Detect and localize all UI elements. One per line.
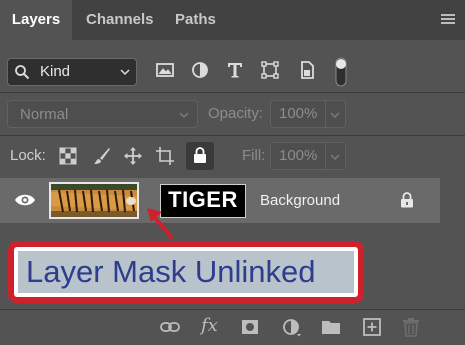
lock-all-button[interactable] (186, 142, 214, 170)
divider (0, 135, 465, 136)
chevron-down-icon (330, 154, 340, 161)
divider (0, 92, 465, 93)
fill-dropdown[interactable] (326, 142, 346, 170)
tab-channels[interactable]: Channels (86, 0, 154, 40)
shape-filter-icon[interactable] (260, 60, 280, 80)
layer-filter-row: Kind (0, 52, 465, 92)
red-arrow-icon (147, 208, 174, 240)
panel-menu-icon[interactable] (441, 14, 455, 26)
adjustment-layer-icon[interactable] (282, 317, 302, 337)
lock-position-icon[interactable] (123, 146, 143, 166)
blend-mode-label: Normal (20, 106, 69, 123)
annotation-callout: Layer Mask Unlinked (8, 241, 364, 303)
eye-icon[interactable] (14, 193, 36, 207)
add-mask-icon[interactable] (240, 317, 260, 337)
layer-row-background[interactable]: TIGER Background (0, 178, 440, 223)
search-icon (15, 65, 30, 80)
annotation-inner: Layer Mask Unlinked (18, 251, 354, 293)
layer-name[interactable]: Background (260, 192, 340, 209)
layers-bottom-toolbar: fx (0, 310, 465, 345)
opacity-input[interactable]: 100% (270, 100, 326, 128)
adjustment-filter-icon[interactable] (190, 60, 210, 80)
chevron-down-icon (330, 112, 340, 119)
new-group-icon[interactable] (321, 317, 341, 337)
smart-object-filter-icon[interactable] (297, 60, 317, 80)
new-layer-icon[interactable] (362, 317, 382, 337)
annotation-text: Layer Mask Unlinked (26, 254, 316, 289)
link-layers-icon[interactable] (160, 317, 180, 337)
tab-paths[interactable]: Paths (175, 0, 216, 40)
chevron-down-icon (179, 112, 189, 119)
lock-icon (194, 147, 206, 163)
lock-artboard-icon[interactable] (155, 146, 175, 166)
kind-filter-select[interactable]: Kind (7, 58, 137, 86)
blend-row: Normal Opacity: 100% (0, 99, 465, 129)
opacity-dropdown[interactable] (326, 100, 346, 128)
opacity-label: Opacity: (208, 105, 264, 122)
type-filter-icon[interactable] (225, 60, 245, 80)
lock-row: Lock: Fill: 100% (0, 141, 465, 171)
lock-image-pixels-icon[interactable] (92, 146, 112, 166)
layer-thumbnail[interactable] (49, 182, 139, 219)
fill-input[interactable]: 100% (270, 142, 326, 170)
layers-panel: Layers Channels Paths Kind Normal Opacit… (0, 0, 465, 345)
layer-style-icon[interactable]: fx (201, 315, 218, 336)
filter-toggle-icon[interactable] (335, 57, 347, 87)
lock-transparent-pixels-icon[interactable] (58, 146, 78, 166)
delete-layer-icon[interactable] (401, 317, 421, 337)
kind-filter-label: Kind (40, 63, 71, 80)
lock-icon (401, 192, 413, 208)
lock-label: Lock: (10, 147, 46, 164)
tiger-thumbnail-image (51, 184, 137, 217)
fill-label: Fill: (242, 147, 266, 164)
panel-tab-bar: Layers Channels Paths (0, 0, 465, 40)
chevron-down-icon (120, 69, 130, 76)
blend-mode-select[interactable]: Normal (7, 100, 198, 128)
image-filter-icon[interactable] (155, 60, 175, 80)
tab-layers[interactable]: Layers (0, 0, 72, 40)
